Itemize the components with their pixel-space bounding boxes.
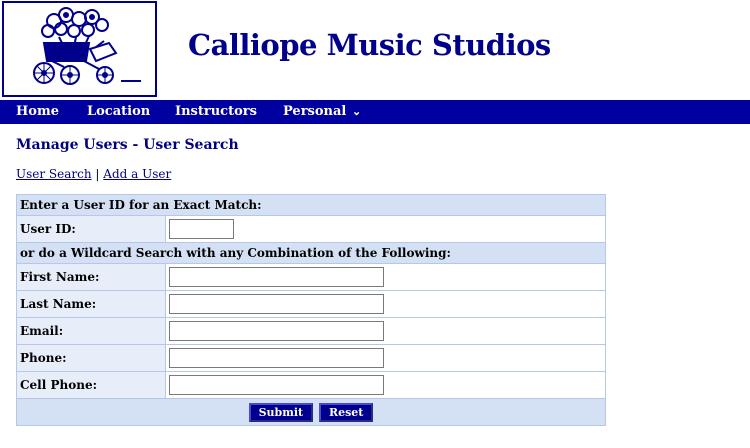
email-row: Email: <box>16 317 606 345</box>
last-name-input[interactable] <box>169 294 384 314</box>
site-logo[interactable] <box>2 1 157 97</box>
userid-row: User ID: <box>16 215 606 243</box>
link-separator: | <box>95 167 100 181</box>
page-title: Manage Users - User Search <box>16 137 239 153</box>
email-input[interactable] <box>169 321 384 341</box>
chevron-down-icon[interactable]: ⌄ <box>352 100 361 124</box>
last-name-label: Last Name: <box>16 290 166 318</box>
first-name-input[interactable] <box>169 267 384 287</box>
flower-cart-icon <box>33 7 141 85</box>
nav-location[interactable]: Location <box>87 100 150 124</box>
add-user-link[interactable]: Add a User <box>103 167 171 181</box>
last-name-row: Last Name: <box>16 290 606 318</box>
main-nav: Home Location Instructors Personal ⌄ <box>0 100 750 124</box>
cell-phone-row: Cell Phone: <box>16 371 606 399</box>
studio-name: Calliope Music Studios <box>188 28 551 62</box>
nav-instructors[interactable]: Instructors <box>175 100 257 124</box>
user-search-form: Enter a User ID for an Exact Match: User… <box>16 194 606 426</box>
cell-phone-input[interactable] <box>169 375 384 395</box>
wildcard-header-row: or do a Wildcard Search with any Combina… <box>16 242 606 264</box>
cell-phone-label: Cell Phone: <box>16 371 166 399</box>
submit-button[interactable]: Submit <box>248 402 314 422</box>
nav-personal[interactable]: Personal <box>283 100 346 124</box>
phone-label: Phone: <box>16 344 166 372</box>
first-name-row: First Name: <box>16 263 606 291</box>
reset-button[interactable]: Reset <box>318 402 374 422</box>
phone-row: Phone: <box>16 344 606 372</box>
userid-label: User ID: <box>16 215 166 243</box>
exact-match-header-row: Enter a User ID for an Exact Match: <box>16 194 606 216</box>
phone-input[interactable] <box>169 348 384 368</box>
form-buttons-row: Submit Reset <box>16 398 606 426</box>
site-header: Calliope Music Studios <box>0 0 750 100</box>
email-label: Email: <box>16 317 166 345</box>
user-links: User Search | Add a User <box>16 167 171 181</box>
exact-match-header: Enter a User ID for an Exact Match: <box>16 194 606 216</box>
nav-home[interactable]: Home <box>16 100 59 124</box>
user-search-link[interactable]: User Search <box>16 167 92 181</box>
first-name-label: First Name: <box>16 263 166 291</box>
wildcard-header: or do a Wildcard Search with any Combina… <box>16 242 606 264</box>
userid-input[interactable] <box>169 219 234 239</box>
